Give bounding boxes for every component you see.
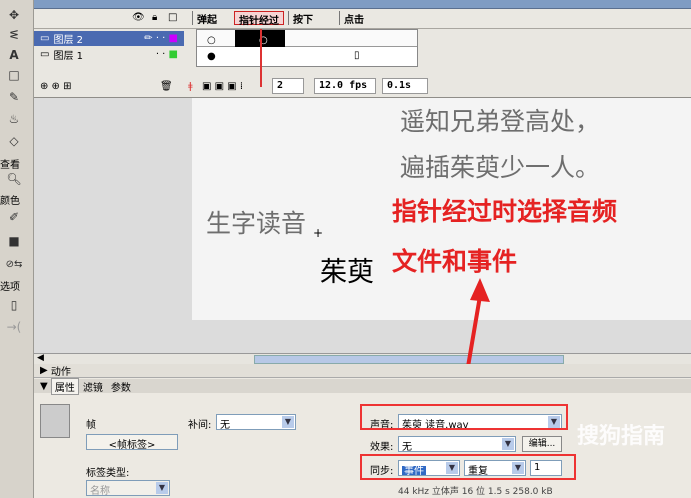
tab-parameters[interactable]: 参数 <box>107 379 135 394</box>
tween-select[interactable]: 无 ▼ <box>216 414 296 430</box>
expand-arrow-icon: ▶ <box>40 365 51 376</box>
frame-name-field[interactable]: <帧标签> <box>86 434 178 450</box>
tab-properties[interactable]: 属性 <box>50 377 79 395</box>
frame-type-icon <box>40 404 70 438</box>
frame-label: 帧 <box>86 420 96 431</box>
sound-highlight-box <box>360 404 568 430</box>
chevron-down-icon: ▼ <box>156 482 168 494</box>
actions-bar[interactable]: ▶ 动作 <box>34 364 691 378</box>
watermark-logo: 搜狗指南 <box>576 424 665 449</box>
tween-label: 补间: <box>188 420 212 431</box>
edit-button[interactable]: 编辑... <box>522 436 562 452</box>
sync-highlight-box <box>360 454 576 480</box>
label-type-label: 标签类型: <box>86 468 130 479</box>
label-type-select[interactable]: 名称 ▼ <box>86 480 170 496</box>
effect-label: 效果: <box>370 442 394 453</box>
effect-select[interactable]: 无 ▼ <box>398 436 516 452</box>
collapse-arrow-icon: ▼ <box>40 380 51 392</box>
actions-label: 动作 <box>50 367 71 378</box>
chevron-down-icon: ▼ <box>502 438 514 450</box>
chevron-down-icon: ▼ <box>282 416 294 428</box>
panel-tabs: ▼ 属性 滤镜 参数 <box>34 377 691 395</box>
tab-filters[interactable]: 滤镜 <box>79 379 107 394</box>
sound-info-text: 44 kHz 立体声 16 位 1.5 s 258.0 kB <box>398 487 553 497</box>
